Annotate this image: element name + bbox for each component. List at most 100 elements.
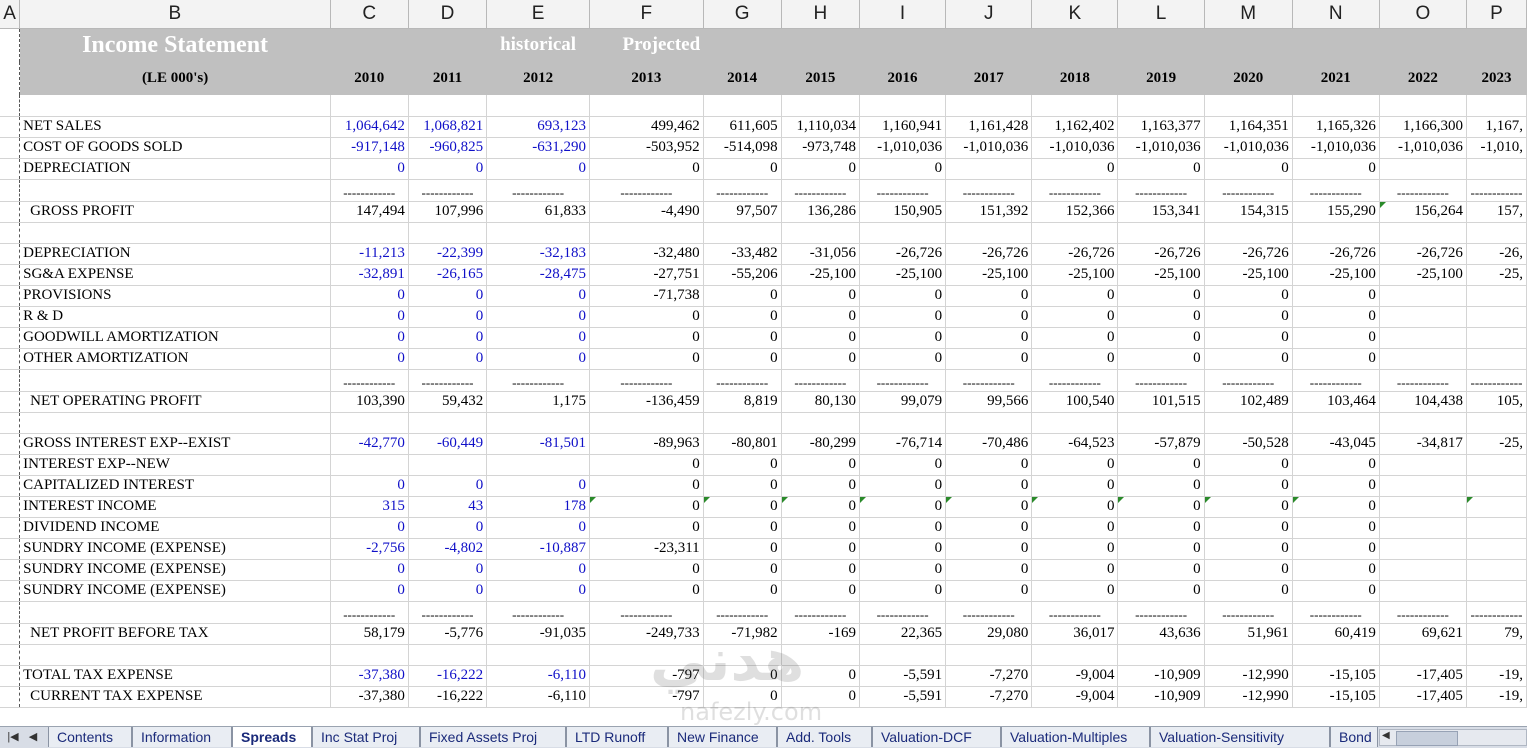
- value-cell[interactable]: 0: [1292, 517, 1380, 539]
- value-cell[interactable]: 0: [1031, 327, 1119, 349]
- value-cell[interactable]: -26,726: [1204, 243, 1293, 265]
- value-cell[interactable]: 103,464: [1292, 391, 1380, 413]
- value-cell[interactable]: 155,290: [1292, 201, 1380, 223]
- value-cell[interactable]: [486, 454, 590, 476]
- value-cell[interactable]: -10,909: [1117, 665, 1205, 687]
- value-cell[interactable]: 154,315: [1204, 201, 1293, 223]
- value-cell[interactable]: [1379, 538, 1467, 560]
- value-cell[interactable]: 0: [486, 158, 590, 180]
- value-cell[interactable]: -25,: [1466, 264, 1527, 286]
- value-cell[interactable]: 0: [703, 538, 782, 560]
- column-header-p[interactable]: P: [1466, 0, 1527, 29]
- value-cell[interactable]: -80,801: [703, 433, 782, 455]
- value-cell[interactable]: 0: [1117, 327, 1205, 349]
- value-cell[interactable]: [1466, 306, 1527, 328]
- separator-cell[interactable]: ------------: [589, 369, 704, 392]
- value-cell[interactable]: [330, 454, 409, 476]
- value-cell[interactable]: 0: [1292, 306, 1380, 328]
- value-cell[interactable]: 0: [1204, 517, 1293, 539]
- value-cell[interactable]: -80,299: [781, 433, 860, 455]
- separator-cell[interactable]: ------------: [1204, 601, 1293, 624]
- separator-cell[interactable]: ------------: [781, 601, 860, 624]
- value-cell[interactable]: 0: [859, 158, 947, 180]
- value-cell[interactable]: 0: [945, 348, 1033, 370]
- sheet-tab[interactable]: Inc Stat Proj: [312, 727, 420, 747]
- horizontal-scrollbar[interactable]: ◀: [1379, 729, 1527, 746]
- value-cell[interactable]: 0: [703, 475, 782, 497]
- empty-cell[interactable]: [1379, 412, 1467, 434]
- year-header[interactable]: 2020: [1204, 62, 1293, 95]
- separator-cell[interactable]: ------------: [589, 179, 704, 202]
- title-band-cell[interactable]: [945, 28, 1032, 62]
- row-label[interactable]: NET SALES: [19, 116, 331, 138]
- value-cell[interactable]: 0: [589, 327, 704, 349]
- value-cell[interactable]: 0: [1117, 285, 1205, 307]
- separator-cell[interactable]: ------------: [1379, 369, 1467, 392]
- value-cell[interactable]: 100,540: [1031, 391, 1119, 413]
- value-cell[interactable]: 0: [1204, 580, 1293, 602]
- value-cell[interactable]: 0: [781, 348, 860, 370]
- value-cell[interactable]: 178: [486, 496, 590, 518]
- value-cell[interactable]: -25,100: [1117, 264, 1205, 286]
- value-cell[interactable]: [1466, 454, 1527, 476]
- empty-cell[interactable]: [1292, 222, 1380, 244]
- value-cell[interactable]: -1,010,036: [1117, 137, 1205, 159]
- value-cell[interactable]: 0: [945, 496, 1033, 518]
- value-cell[interactable]: 0: [1117, 559, 1205, 581]
- value-cell[interactable]: 0: [1031, 517, 1119, 539]
- value-cell[interactable]: 156,264: [1379, 201, 1467, 223]
- value-cell[interactable]: 0: [781, 559, 860, 581]
- value-cell[interactable]: -960,825: [408, 137, 488, 159]
- empty-cell[interactable]: [408, 644, 488, 666]
- value-cell[interactable]: -25,100: [945, 264, 1033, 286]
- value-cell[interactable]: 43: [408, 496, 488, 518]
- value-cell[interactable]: -26,165: [408, 264, 488, 286]
- value-cell[interactable]: 0: [408, 475, 488, 497]
- value-cell[interactable]: 0: [1292, 559, 1380, 581]
- value-cell[interactable]: [1379, 285, 1467, 307]
- value-cell[interactable]: 0: [945, 580, 1033, 602]
- empty-cell[interactable]: [486, 95, 590, 117]
- value-cell[interactable]: 499,462: [589, 116, 704, 138]
- value-cell[interactable]: -26,726: [1292, 243, 1380, 265]
- separator-cell[interactable]: ------------: [1031, 601, 1119, 624]
- value-cell[interactable]: 0: [1117, 348, 1205, 370]
- value-cell[interactable]: -12,990: [1204, 686, 1293, 708]
- row-label[interactable]: GOODWILL AMORTIZATION: [19, 327, 331, 349]
- separator-cell[interactable]: ------------: [1466, 369, 1527, 392]
- sheet-tab[interactable]: Valuation-DCF: [872, 727, 1001, 747]
- empty-cell[interactable]: [1117, 412, 1205, 434]
- empty-cell[interactable]: [945, 644, 1033, 666]
- value-cell[interactable]: -6,110: [486, 665, 590, 687]
- empty-cell[interactable]: [1379, 644, 1467, 666]
- empty-cell[interactable]: [408, 95, 488, 117]
- spreadsheet-area[interactable]: A B C D E F G H I J K L M N O P Income Statement historic…: [0, 0, 1527, 726]
- value-cell[interactable]: -10,909: [1117, 686, 1205, 708]
- empty-cell[interactable]: [703, 222, 782, 244]
- column-header-b[interactable]: B: [19, 0, 331, 29]
- value-cell[interactable]: -5,591: [859, 686, 947, 708]
- value-cell[interactable]: 0: [486, 306, 590, 328]
- scrollbar-thumb[interactable]: [1396, 731, 1458, 746]
- value-cell[interactable]: 315: [330, 496, 409, 518]
- separator-cell[interactable]: ------------: [1379, 179, 1467, 202]
- value-cell[interactable]: 0: [859, 496, 947, 518]
- empty-cell[interactable]: [1292, 412, 1380, 434]
- value-cell[interactable]: 0: [703, 285, 782, 307]
- empty-cell[interactable]: [781, 95, 860, 117]
- income-statement-grid[interactable]: A B C D E F G H I J K L M N O P Income Statement historic…: [0, 0, 1527, 708]
- value-cell[interactable]: -19,: [1466, 665, 1527, 687]
- value-cell[interactable]: 0: [859, 538, 947, 560]
- empty-cell[interactable]: [19, 179, 331, 202]
- value-cell[interactable]: 0: [859, 306, 947, 328]
- value-cell[interactable]: 1,163,377: [1117, 116, 1205, 138]
- empty-cell[interactable]: [408, 412, 488, 434]
- value-cell[interactable]: 0: [1117, 580, 1205, 602]
- column-header-e[interactable]: E: [486, 0, 590, 29]
- value-cell[interactable]: 99,566: [945, 391, 1033, 413]
- empty-cell[interactable]: [781, 644, 860, 666]
- value-cell[interactable]: 136,286: [781, 201, 860, 223]
- empty-cell[interactable]: [1379, 222, 1467, 244]
- title-band-cell[interactable]: [1117, 28, 1205, 62]
- value-cell[interactable]: 0: [859, 285, 947, 307]
